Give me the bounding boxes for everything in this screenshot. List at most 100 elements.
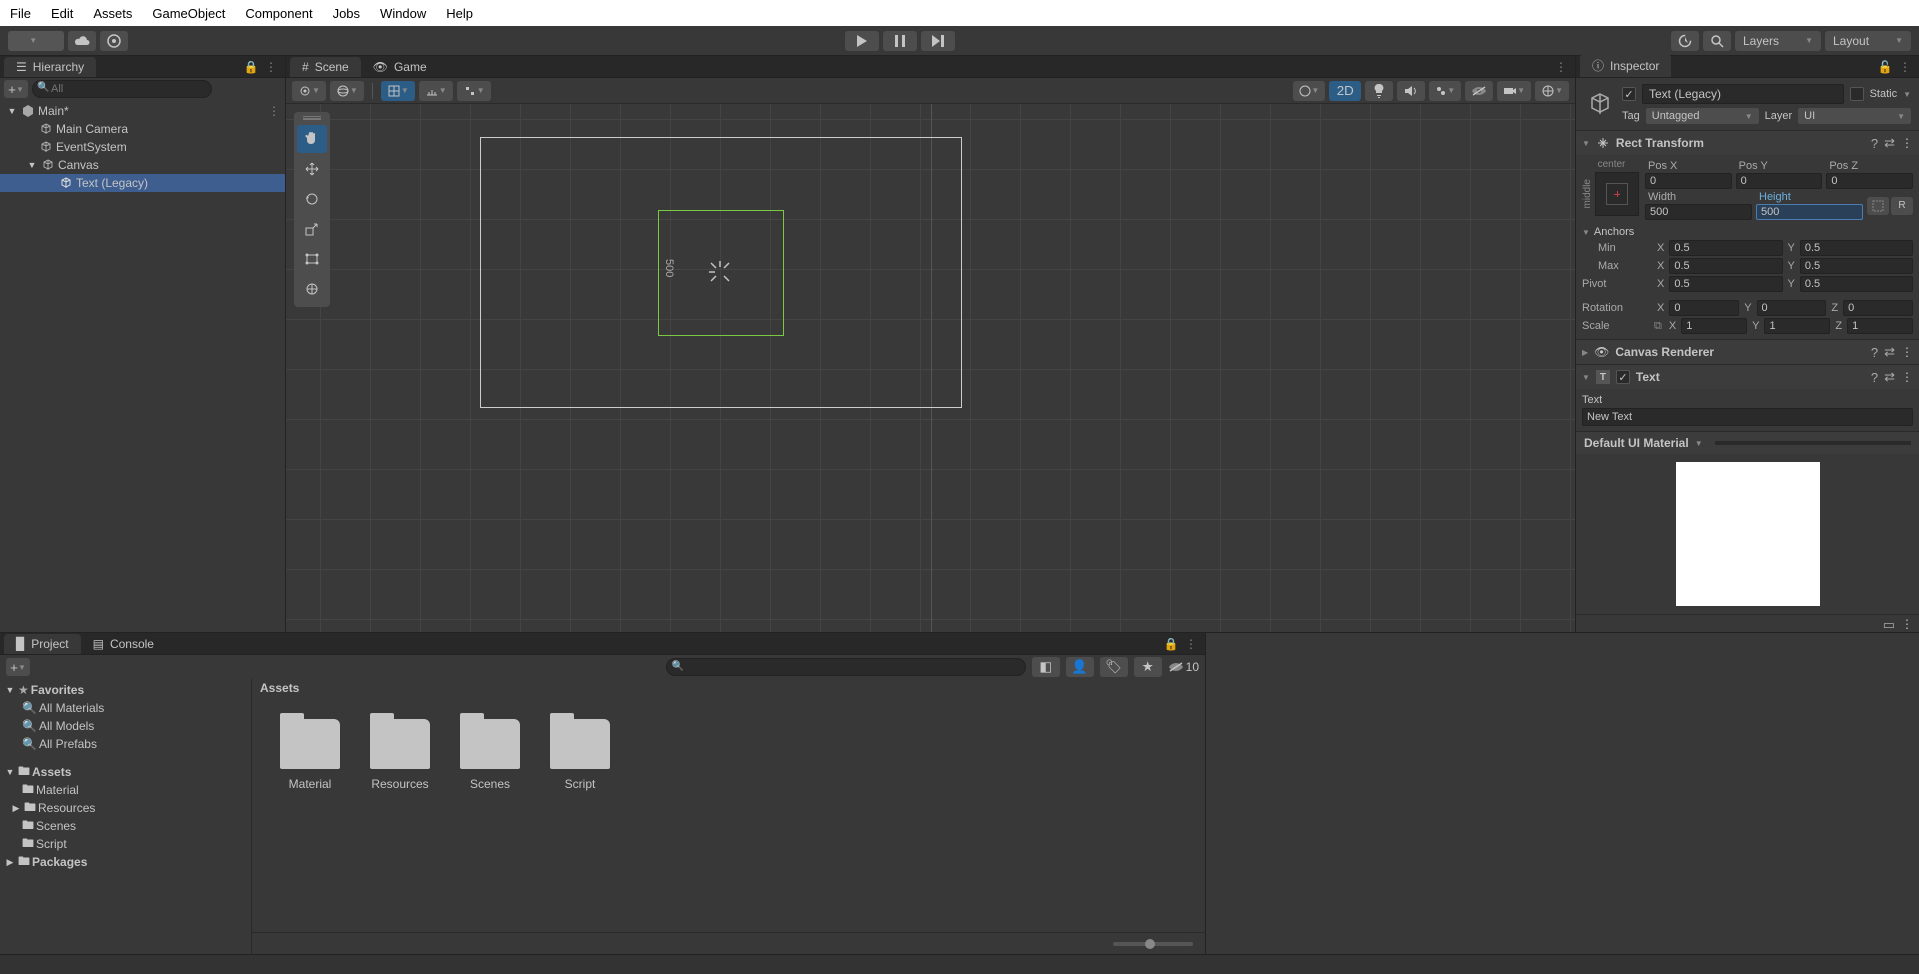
anchor-preset-button[interactable] — [1595, 172, 1639, 216]
help-icon[interactable]: ? — [1871, 136, 1878, 151]
context-menu-icon[interactable]: ⋮ — [1897, 59, 1913, 75]
hidden-toggle[interactable] — [1465, 81, 1493, 101]
menu-assets[interactable]: Assets — [93, 6, 132, 21]
create-dropdown[interactable]: +▼ — [6, 658, 30, 676]
hierarchy-search[interactable] — [32, 80, 212, 98]
lighting-toggle[interactable] — [1365, 81, 1393, 101]
static-checkbox[interactable] — [1850, 87, 1864, 101]
hierarchy-item-scene[interactable]: ▼ Main* ⋮ — [0, 102, 285, 120]
preset-icon[interactable]: ⇄ — [1884, 344, 1895, 360]
search-by-label-icon[interactable]: 👤 — [1066, 657, 1094, 677]
context-menu-icon[interactable]: ⋮ — [269, 103, 285, 119]
pos-x-input[interactable] — [1645, 173, 1732, 189]
hierarchy-item[interactable]: ▼ Canvas — [0, 156, 285, 174]
play-button[interactable] — [845, 31, 879, 51]
pos-z-input[interactable] — [1826, 173, 1913, 189]
context-menu-icon[interactable]: ⋮ — [1183, 636, 1199, 652]
context-menu-icon[interactable]: ⋮ — [1901, 617, 1913, 630]
context-menu-icon[interactable]: ⋮ — [263, 59, 279, 75]
text-enabled-checkbox[interactable] — [1616, 370, 1630, 384]
anchor-max-x[interactable] — [1669, 258, 1782, 274]
camera-dropdown[interactable]: ▼ — [1497, 81, 1531, 101]
assets-header[interactable]: ▼ 🖿 Assets — [0, 763, 251, 781]
2d-toggle[interactable]: 2D — [1329, 81, 1361, 101]
grid-snap-dropdown[interactable]: ▼ — [381, 81, 415, 101]
hierarchy-tab[interactable]: ☰ Hierarchy — [4, 57, 96, 77]
menu-window[interactable]: Window — [380, 6, 426, 21]
menu-jobs[interactable]: Jobs — [333, 6, 360, 21]
context-menu-icon[interactable]: ⋮ — [1901, 136, 1913, 150]
rect-transform-header[interactable]: ▼ Rect Transform ? ⇄ ⋮ — [1576, 130, 1919, 155]
folder-item[interactable]: Resources — [370, 719, 430, 791]
constrain-icon[interactable]: ⧉ — [1654, 320, 1662, 333]
favorite-item[interactable]: 🔍All Models — [0, 717, 251, 735]
lock-icon[interactable]: 🔒 — [1163, 636, 1179, 652]
rot-z[interactable] — [1843, 300, 1913, 316]
search-label-icon[interactable]: 🏷 — [1100, 657, 1128, 677]
menu-file[interactable]: File — [10, 6, 31, 21]
move-tool[interactable] — [297, 155, 327, 183]
local-global-dropdown[interactable]: ▼ — [330, 81, 364, 101]
asset-folder[interactable]: ▶🖿Resources — [0, 799, 251, 817]
audio-toggle[interactable] — [1397, 81, 1425, 101]
scale-tool[interactable] — [297, 215, 327, 243]
material-footer-icon[interactable]: ▭ — [1883, 617, 1895, 630]
step-button[interactable] — [921, 31, 955, 51]
gizmos-dropdown[interactable]: ▼ — [1535, 81, 1569, 101]
layers-dropdown[interactable]: Layers▼ — [1735, 31, 1821, 51]
folder-item[interactable]: Material — [280, 719, 340, 791]
thumbnail-size-slider[interactable] — [1113, 942, 1193, 946]
inspector-tab[interactable]: ⓘ Inspector — [1580, 54, 1671, 77]
favorites-header[interactable]: ▼ ★ Favorites — [0, 681, 251, 699]
anchor-min-x[interactable] — [1669, 240, 1782, 256]
account-dropdown[interactable]: ▼ — [8, 31, 64, 51]
rect-tool[interactable] — [297, 245, 327, 273]
hierarchy-item[interactable]: Main Camera — [0, 120, 285, 138]
version-control-icon[interactable] — [100, 31, 128, 51]
draw-mode-dropdown[interactable]: ▼ — [1293, 81, 1325, 101]
rotate-tool[interactable] — [297, 185, 327, 213]
anchor-max-y[interactable] — [1800, 258, 1913, 274]
console-tab[interactable]: ▤ Console — [81, 634, 166, 654]
help-icon[interactable]: ? — [1871, 370, 1878, 385]
game-tab[interactable]: 👁 Game — [361, 57, 439, 77]
save-search-icon[interactable]: ★ — [1134, 657, 1162, 677]
text-component-header[interactable]: ▼ T Text ? ⇄ ⋮ — [1576, 364, 1919, 389]
preset-icon[interactable]: ⇄ — [1884, 369, 1895, 385]
folder-item[interactable]: Script — [550, 719, 610, 791]
undo-history-icon[interactable] — [1671, 31, 1699, 51]
scale-z[interactable] — [1847, 318, 1913, 334]
gameobject-icon[interactable] — [1584, 88, 1616, 120]
pos-y-input[interactable] — [1736, 173, 1823, 189]
rot-x[interactable] — [1669, 300, 1739, 316]
raw-edit-button[interactable]: R — [1891, 197, 1913, 215]
tag-dropdown[interactable]: Untagged▼ — [1646, 108, 1759, 124]
snap-dropdown[interactable]: ▼ — [457, 81, 491, 101]
pause-button[interactable] — [883, 31, 917, 51]
search-icon[interactable] — [1703, 31, 1731, 51]
snap-increment-dropdown[interactable]: ▼ — [419, 81, 453, 101]
menu-component[interactable]: Component — [245, 6, 312, 21]
anchors-foldout[interactable]: ▼ — [1582, 228, 1590, 237]
menu-gameobject[interactable]: GameObject — [152, 6, 225, 21]
scale-x[interactable] — [1681, 318, 1747, 334]
hidden-count[interactable]: 10 — [1168, 660, 1199, 674]
context-menu-icon[interactable]: ⋮ — [1901, 345, 1913, 359]
create-dropdown[interactable]: +▼ — [4, 80, 28, 98]
context-menu-icon[interactable]: ⋮ — [1553, 59, 1569, 75]
transform-tool[interactable] — [297, 275, 327, 303]
blueprint-mode-button[interactable] — [1867, 197, 1889, 215]
width-input[interactable] — [1645, 204, 1752, 220]
text-value-input[interactable] — [1582, 408, 1913, 426]
scale-y[interactable] — [1764, 318, 1830, 334]
project-search[interactable] — [666, 658, 1026, 676]
hand-tool[interactable] — [297, 125, 327, 153]
pivot-gizmo[interactable] — [707, 259, 733, 285]
layer-dropdown[interactable]: UI▼ — [1798, 108, 1911, 124]
height-input[interactable] — [1756, 204, 1863, 220]
asset-folder[interactable]: 🖿Scenes — [0, 817, 251, 835]
cloud-icon[interactable] — [68, 31, 96, 51]
hierarchy-item[interactable]: EventSystem — [0, 138, 285, 156]
lock-icon[interactable]: 🔓 — [1877, 59, 1893, 75]
static-dropdown[interactable]: ▼ — [1903, 90, 1911, 99]
